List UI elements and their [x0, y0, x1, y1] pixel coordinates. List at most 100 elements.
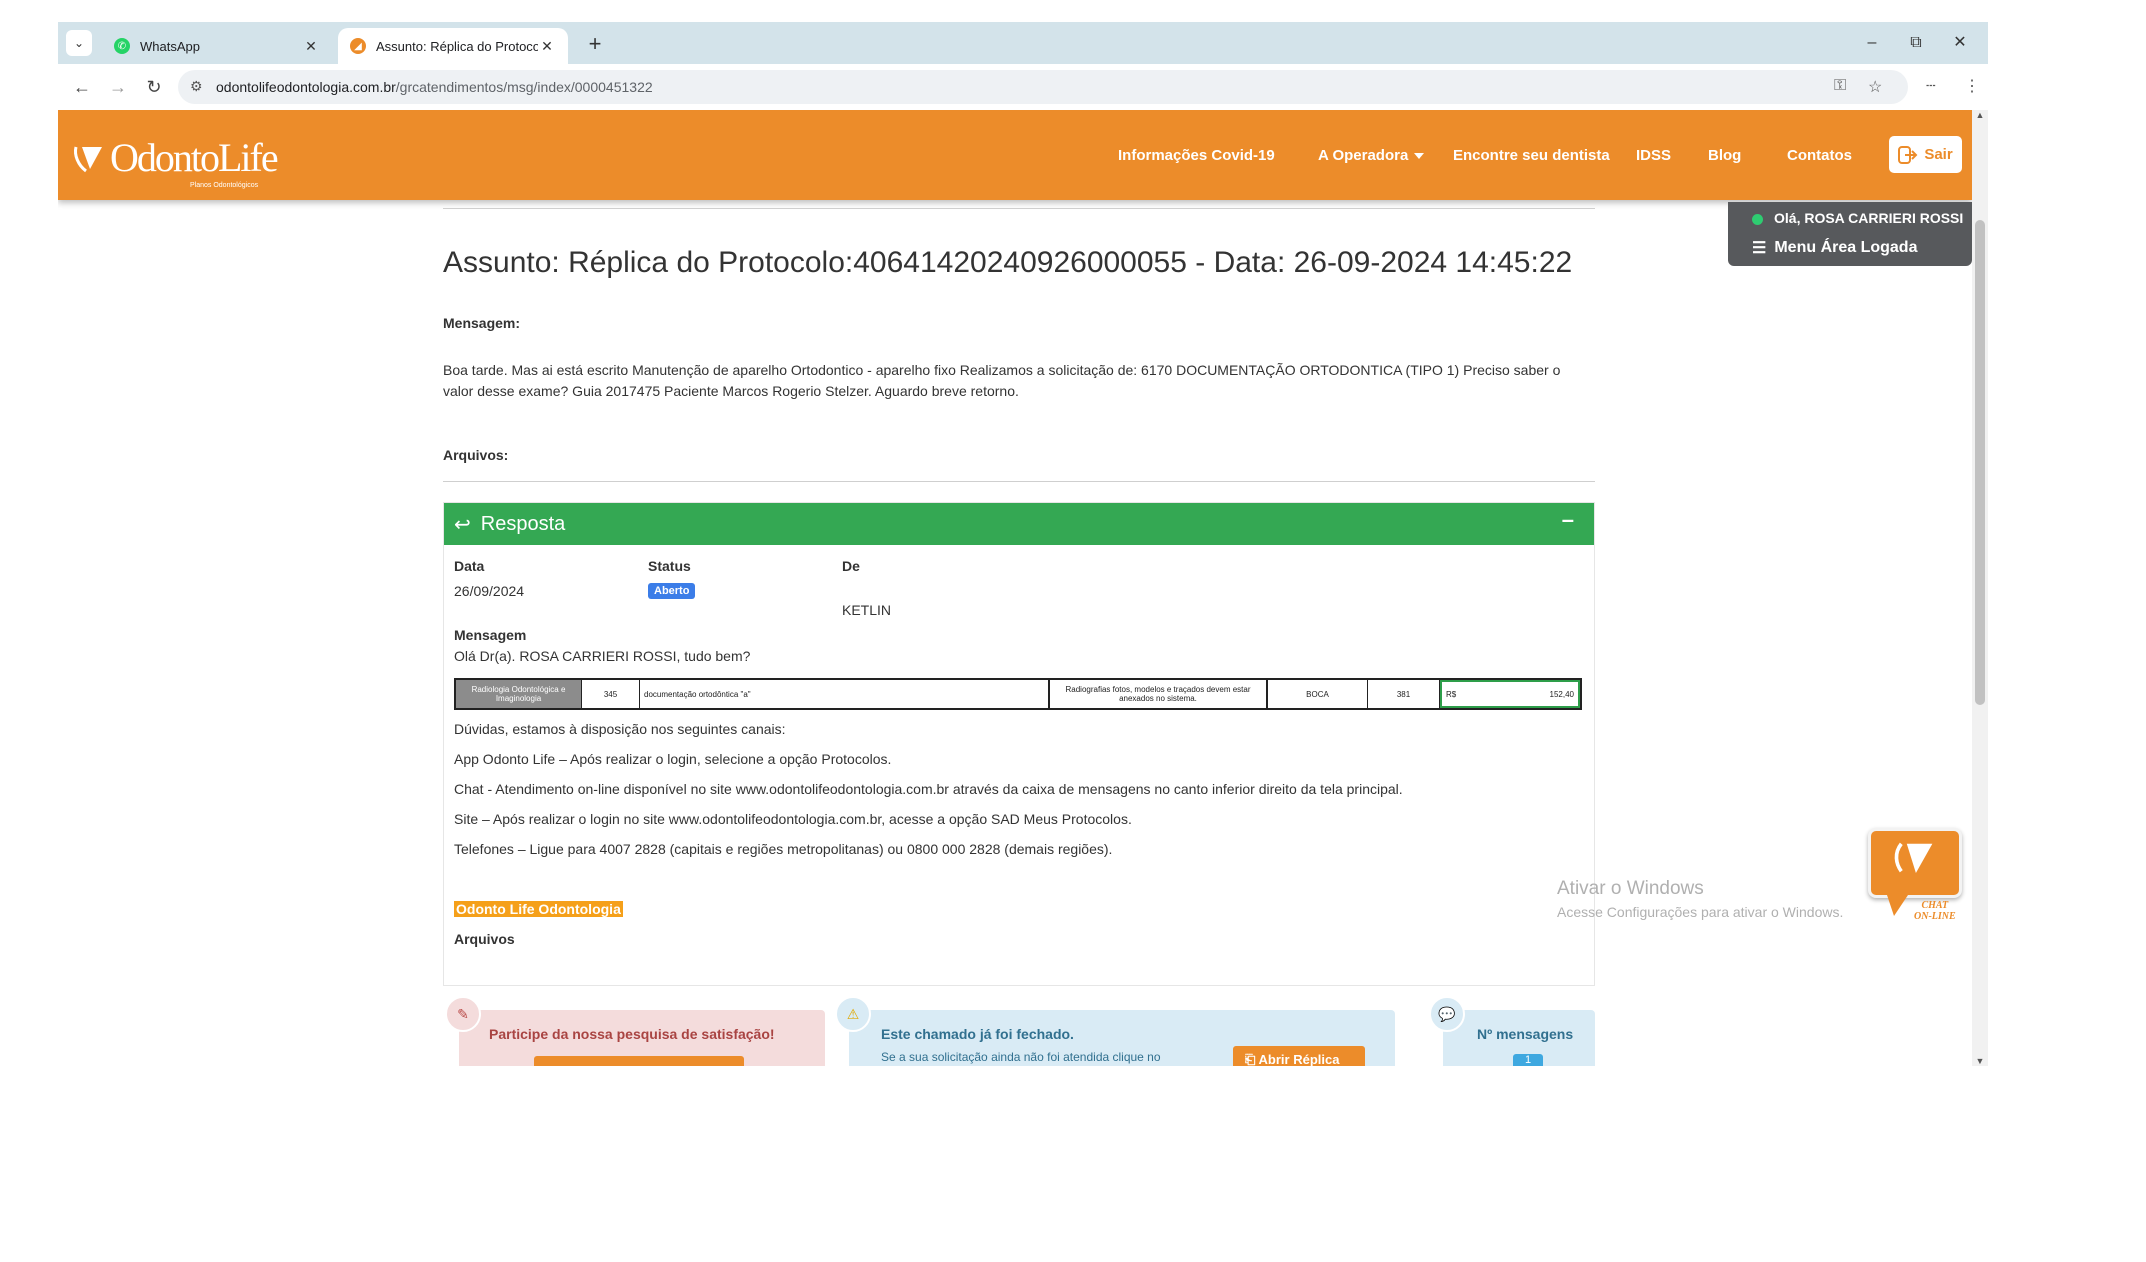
url-path: /grcatendimentos/msg/index/0000451322	[395, 79, 653, 95]
status-badge: Aberto	[648, 583, 696, 599]
survey-card: ✎ Participe da nossa pesquisa de satisfa…	[445, 996, 825, 1066]
menu-kebab-icon[interactable]: ⋮	[1964, 76, 1980, 96]
address-bar[interactable]: ⚙ odontolifeodontologia.com.br/grcatendi…	[178, 70, 1908, 104]
logo-text: OdontoLife	[110, 135, 279, 180]
url-host: odontolifeodontologia.com.br	[216, 79, 396, 95]
scrollbar[interactable]: ▲ ▼	[1972, 110, 1988, 1066]
watermark-subtitle: Acesse Configurações para ativar o Windo…	[1557, 904, 1844, 920]
online-status-icon	[1752, 214, 1763, 225]
survey-button[interactable]	[534, 1056, 744, 1066]
ticket-icon: ⎗	[1245, 1052, 1259, 1066]
scroll-up-icon[interactable]: ▲	[1972, 110, 1988, 120]
currency: R$	[1446, 689, 1457, 699]
nav-dentista[interactable]: Encontre seu dentista	[1453, 147, 1610, 164]
odontolife-icon: ◢	[350, 38, 366, 54]
site-header: OdontoLife Planos Odontológicos Informaç…	[58, 110, 1972, 200]
nav-idss[interactable]: IDSS	[1636, 147, 1671, 164]
new-tab-button[interactable]: +	[582, 32, 608, 58]
response-line: App Odonto Life – Após realizar o login,…	[454, 751, 892, 767]
open-reply-button[interactable]: ⎗ Abrir Réplica	[1233, 1046, 1365, 1066]
status-label: Status	[648, 558, 691, 574]
nav-operadora[interactable]: A Operadora	[1318, 147, 1425, 164]
response-line: Telefones – Ligue para 4007 2828 (capita…	[454, 841, 1113, 857]
response-line: Dúvidas, estamos à disposição nos seguin…	[454, 721, 786, 737]
response-line: Site – Após realizar o login no site www…	[454, 811, 1132, 827]
key-icon[interactable]: ⚿	[1834, 77, 1846, 95]
response-from: KETLIN	[842, 602, 892, 618]
logout-button[interactable]: Sair	[1889, 136, 1962, 173]
logo-mark-icon	[74, 146, 102, 172]
table-cell-price: R$ 152,40	[1440, 680, 1580, 708]
url-text: odontolifeodontologia.com.br/grcatendime…	[216, 79, 653, 95]
tab-bar: ⌄ ✆ WhatsApp ✕ ◢ Assunto: Réplica do Pro…	[58, 22, 1988, 64]
menu-icon: ☰	[1752, 240, 1767, 257]
nav-contatos[interactable]: Contatos	[1787, 147, 1852, 164]
window-close-button[interactable]: ✕	[1938, 30, 1982, 56]
tab-whatsapp[interactable]: ✆ WhatsApp ✕	[102, 28, 332, 64]
response-header[interactable]: ↩ Resposta –	[444, 503, 1594, 545]
nav-covid[interactable]: Informações Covid-19	[1118, 147, 1275, 164]
scroll-down-icon[interactable]: ▼	[1972, 1056, 1988, 1066]
reply-icon: ↩	[454, 513, 471, 536]
close-icon[interactable]: ✕	[302, 38, 320, 55]
response-message-label: Mensagem	[454, 627, 527, 643]
page-viewport: OdontoLife Planos Odontológicos Informaç…	[58, 110, 1988, 1066]
open-reply-label: Abrir Réplica	[1258, 1052, 1340, 1066]
star-icon[interactable]: ☆	[1868, 77, 1882, 97]
chat-logo-icon	[1894, 842, 1933, 874]
user-greeting: Olá, ROSA CARRIERI ROSSI	[1774, 210, 1964, 226]
windows-activation-watermark: Ativar o Windows Acesse Configurações pa…	[1557, 878, 1843, 920]
divider	[443, 208, 1595, 209]
signature: Odonto Life Odontologia	[454, 901, 623, 917]
warning-icon: ⚠	[835, 996, 871, 1032]
closed-title: Este chamado já foi fechado.	[881, 1026, 1074, 1042]
closed-ticket-card: ⚠ Este chamado já foi fechado. Se a sua …	[835, 996, 1395, 1066]
restore-button[interactable]: ⧉	[1894, 30, 1938, 56]
tab-protocolo[interactable]: ◢ Assunto: Réplica do Protocolo:4 ✕	[338, 28, 568, 64]
collapse-button[interactable]: –	[1562, 507, 1574, 533]
logged-area-menu[interactable]: ☰ Menu Área Logada	[1752, 238, 1917, 258]
back-icon[interactable]: ←	[68, 73, 96, 101]
messages-count: 1	[1513, 1054, 1543, 1066]
response-line: Chat - Atendimento on-line disponível no…	[454, 781, 1403, 797]
response-files-label: Arquivos	[454, 931, 515, 947]
tab-title: Assunto: Réplica do Protocolo:4	[376, 38, 538, 54]
message-label: Mensagem:	[443, 315, 521, 331]
user-panel: Olá, ROSA CARRIERI ROSSI ☰ Menu Área Log…	[1728, 202, 1972, 266]
edit-icon: ✎	[445, 996, 481, 1032]
tab-search-button[interactable]: ⌄	[66, 30, 92, 56]
logout-icon	[1898, 145, 1918, 164]
scrollbar-thumb[interactable]	[1975, 220, 1985, 705]
page: ⌄ ✆ WhatsApp ✕ ◢ Assunto: Réplica do Pro…	[0, 0, 2146, 1262]
response-panel: ↩ Resposta – Data Status De 26/09/2024 A…	[443, 502, 1595, 986]
messages-title: Nº mensagens	[1477, 1026, 1574, 1042]
message-body: Boa tarde. Mas ai está escrito Manutençã…	[443, 362, 1561, 399]
nav-blog[interactable]: Blog	[1708, 147, 1741, 164]
reload-icon[interactable]: ↻	[140, 73, 168, 101]
browser-toolbar: ← → ↻ ⚙ odontolifeodontologia.com.br/grc…	[58, 64, 1988, 110]
logged-area-menu-label: Menu Área Logada	[1774, 239, 1918, 256]
table-cell: 345	[582, 680, 640, 708]
close-icon[interactable]: ✕	[538, 38, 556, 55]
response-title: Resposta	[480, 512, 566, 535]
chat-label-line1: CHAT	[1921, 900, 1949, 911]
chat-online-widget[interactable]: CHAT ON-LINE	[1868, 828, 1968, 922]
procedure-table: Radiologia Odontológica e Imaginologia 3…	[454, 678, 1582, 710]
site-logo[interactable]: OdontoLife Planos Odontológicos	[72, 134, 279, 189]
forward-icon[interactable]: →	[104, 73, 132, 101]
site-settings-icon[interactable]: ⚙	[190, 78, 203, 95]
whatsapp-icon: ✆	[114, 38, 130, 54]
chevron-down-icon: ⌄	[73, 36, 85, 50]
chat-label-line2: ON-LINE	[1914, 911, 1956, 922]
chat-bubble-icon: 💬	[1429, 996, 1465, 1032]
chat-tail-icon	[1886, 892, 1910, 916]
logo-subtitle: Planos Odontológicos	[190, 182, 259, 189]
extension-icon[interactable]: ┄	[1926, 76, 1936, 96]
tab-title: WhatsApp	[140, 38, 200, 54]
closed-subtitle: Se a sua solicitação ainda não foi atend…	[881, 1050, 1161, 1064]
price: 152,40	[1549, 689, 1574, 699]
minimize-button[interactable]: –	[1850, 30, 1894, 56]
logout-label: Sair	[1924, 146, 1953, 163]
survey-title: Participe da nossa pesquisa de satisfaçã…	[489, 1026, 775, 1042]
date-label: Data	[454, 558, 485, 574]
